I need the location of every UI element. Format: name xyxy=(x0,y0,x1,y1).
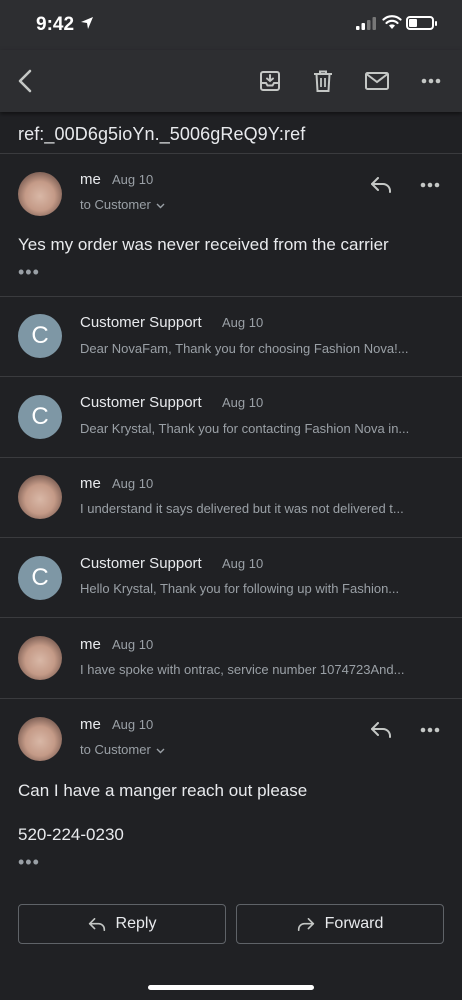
avatar xyxy=(18,636,62,680)
avatar: C xyxy=(18,556,62,600)
divider xyxy=(0,698,462,699)
message-snippet: Dear Krystal, Thank you for contacting F… xyxy=(80,421,410,436)
reply-button[interactable]: Reply xyxy=(18,904,226,944)
message-snippet: Hello Krystal, Thank you for following u… xyxy=(80,581,400,596)
archive-icon[interactable] xyxy=(255,66,285,96)
recipient-toggle[interactable]: to Customer xyxy=(80,197,165,212)
message-date: Aug 10 xyxy=(112,717,154,732)
message-date: Aug 10 xyxy=(222,315,264,330)
toolbar xyxy=(0,50,462,112)
sender-name: me xyxy=(80,636,101,653)
message-snippet: Dear NovaFam, Thank you for choosing Fas… xyxy=(80,341,409,356)
reply-label: Reply xyxy=(115,915,157,932)
message-date: Aug 10 xyxy=(112,637,154,652)
message-date: Aug 10 xyxy=(112,172,154,187)
status-bar: 9:42 xyxy=(0,0,462,50)
message-body-line: 520-224-0230 xyxy=(18,825,124,844)
sender-name: me xyxy=(80,716,101,733)
sender-name: Customer Support xyxy=(80,314,202,331)
mail-icon[interactable] xyxy=(362,66,392,96)
divider xyxy=(0,376,462,377)
back-arrow-icon[interactable] xyxy=(10,66,40,96)
trash-icon[interactable] xyxy=(308,66,338,96)
divider xyxy=(0,296,462,297)
divider xyxy=(0,153,462,154)
reply-icon[interactable] xyxy=(370,722,392,738)
reply-icon[interactable] xyxy=(370,177,392,193)
forward-label: Forward xyxy=(324,915,384,932)
battery-icon xyxy=(406,16,437,30)
email-subject: ref:_00D6g5ioYn._5006gReQ9Y:ref xyxy=(18,124,306,144)
message-body: Yes my order was never received from the… xyxy=(18,235,389,254)
divider xyxy=(0,457,462,458)
avatar xyxy=(18,717,62,761)
message-snippet: I have spoke with ontrac, service number… xyxy=(80,662,405,677)
more-icon[interactable] xyxy=(420,727,440,733)
message-date: Aug 10 xyxy=(222,556,264,571)
more-icon[interactable] xyxy=(420,182,440,188)
avatar: C xyxy=(18,314,62,358)
location-icon xyxy=(81,17,93,29)
divider xyxy=(0,537,462,538)
sender-name: me xyxy=(80,475,101,492)
wifi-icon xyxy=(382,15,402,29)
sender-name: me xyxy=(80,171,101,188)
forward-button[interactable]: Forward xyxy=(236,904,444,944)
chevron-down-icon xyxy=(156,748,165,754)
more-icon[interactable] xyxy=(416,66,446,96)
home-indicator xyxy=(148,985,314,990)
recipient-toggle[interactable]: to Customer xyxy=(80,742,165,757)
show-trimmed-content[interactable]: ••• xyxy=(18,262,40,283)
avatar xyxy=(18,475,62,519)
message-body-line: Can I have a manger reach out please xyxy=(18,781,308,800)
message-date: Aug 10 xyxy=(222,395,264,410)
divider xyxy=(0,617,462,618)
show-trimmed-content[interactable]: ••• xyxy=(18,852,40,873)
forward-icon xyxy=(297,917,314,931)
reply-icon xyxy=(88,917,105,931)
sender-name: Customer Support xyxy=(80,394,202,411)
message-date: Aug 10 xyxy=(112,476,154,491)
status-time: 9:42 xyxy=(36,14,75,35)
signal-icon xyxy=(356,17,376,30)
avatar xyxy=(18,172,62,216)
chevron-down-icon xyxy=(156,203,165,209)
avatar: C xyxy=(18,395,62,439)
message-snippet: I understand it says delivered but it wa… xyxy=(80,501,404,516)
sender-name: Customer Support xyxy=(80,555,202,572)
